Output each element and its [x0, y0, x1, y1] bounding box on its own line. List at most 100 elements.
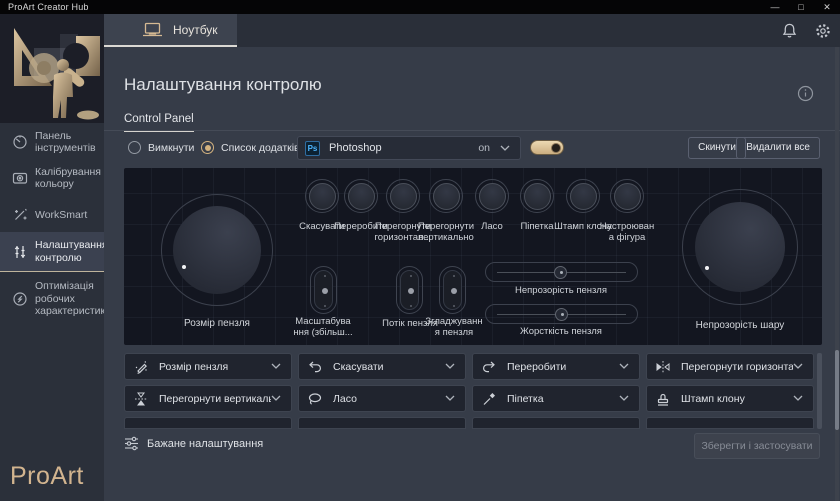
dropdown-brush-size[interactable]: Розмір пензля — [124, 353, 292, 380]
maximize-button[interactable]: □ — [788, 0, 814, 14]
dropdown-label: Скасувати — [333, 361, 445, 373]
worksmart-icon — [12, 207, 28, 223]
chevron-down-icon — [793, 363, 803, 370]
radio-circle — [128, 141, 141, 154]
dropdown-clone-stamp[interactable]: Штамп клону — [646, 385, 814, 412]
pill-label: Масштабува ння (збільш... — [291, 316, 355, 338]
sidebar-item-label: Оптимізація робочих характеристик — [35, 280, 105, 318]
dropdown-lasso[interactable]: Ласо — [298, 385, 466, 412]
laptop-icon — [142, 21, 163, 38]
device-tab-bar: Ноутбук — [104, 14, 840, 47]
save-apply-button[interactable]: Зберегти і застосувати — [694, 433, 820, 459]
layer-opacity-dial-label: Непрозорість шару — [680, 320, 800, 331]
minimize-button[interactable]: — — [762, 0, 788, 14]
radio-app-list-label: Список додатків — [221, 142, 300, 154]
photoshop-icon: Ps — [305, 141, 320, 156]
toggle-knob — [551, 143, 561, 153]
page-scrollbar[interactable] — [835, 350, 839, 430]
close-button[interactable]: ✕ — [814, 0, 840, 14]
sidebar-item-label: Калібрування кольору — [35, 166, 101, 191]
brand-artwork — [0, 14, 104, 123]
slider-label: Непрозорість пензля — [500, 285, 622, 296]
chevron-down-icon — [793, 395, 803, 402]
radio-app-list[interactable]: Список додатків — [201, 141, 300, 154]
dropdown-label: Розмір пензля — [159, 361, 271, 373]
sidebar-item-control-settings[interactable]: Налаштування контролю — [0, 232, 104, 272]
chevron-down-icon — [619, 395, 629, 402]
sidebar-item-color-calibration[interactable]: Калібрування кольору — [0, 160, 104, 196]
subtab-divider — [104, 130, 840, 131]
window-title: ProArt Creator Hub — [8, 2, 89, 12]
dropdown-eyedropper[interactable]: Піпетка — [472, 385, 640, 412]
redo-icon — [481, 359, 497, 375]
clone-stamp-icon — [655, 391, 671, 407]
app-toggle[interactable] — [530, 140, 564, 155]
tab-laptop-label: Ноутбук — [173, 23, 218, 37]
settings-button[interactable] — [806, 14, 840, 47]
chevron-down-icon — [271, 363, 281, 370]
info-icon — [797, 85, 814, 102]
chevron-down-icon — [271, 395, 281, 402]
tab-laptop[interactable]: Ноутбук — [104, 14, 237, 47]
button-undo — [305, 179, 339, 213]
button-clone-stamp — [566, 179, 600, 213]
sidebar-item-dashboard[interactable]: Панель інструментів — [0, 124, 104, 160]
radio-disable-label: Вимкнути — [148, 142, 194, 154]
brush-size-dial-face — [173, 206, 261, 294]
dropdown-flip-vertical[interactable]: Перегорнути вертикально — [124, 385, 292, 412]
notifications-button[interactable] — [772, 14, 806, 47]
dashboard-icon — [12, 134, 28, 150]
dropdown-label: Піпетка — [507, 393, 619, 405]
proart-logo: ProArt — [10, 462, 84, 491]
flip-vertical-icon — [133, 391, 149, 407]
dropdown-flip-horizontal[interactable]: Перегорнути горизонтально — [646, 353, 814, 380]
sidebar-item-performance-optimization[interactable]: Оптимізація робочих характеристик — [0, 274, 104, 324]
radio-disable[interactable]: Вимкнути — [128, 141, 194, 154]
pill-zoom — [310, 266, 337, 314]
dropdown-clipped[interactable] — [298, 417, 466, 429]
button-redo — [344, 179, 378, 213]
brush-icon — [133, 359, 149, 375]
button-flip-vertical — [429, 179, 463, 213]
button-label: Настроюван а фігура — [597, 221, 657, 243]
page-title: Налаштування контролю — [124, 75, 322, 95]
chevron-down-icon — [445, 395, 455, 402]
sidebar: Панель інструментів Калібрування кольору… — [0, 14, 104, 501]
sidebar-item-label: Панель інструментів — [35, 130, 96, 155]
button-flip-horizontal — [386, 179, 420, 213]
eyedropper-icon — [481, 391, 497, 407]
dropdown-redo[interactable]: Переробити — [472, 353, 640, 380]
preferences-icon — [124, 436, 139, 451]
pill-label: Згладжуванн я пензля — [422, 316, 486, 338]
dropdown-clipped[interactable] — [124, 417, 292, 429]
pill-brush-smoothing — [439, 266, 466, 314]
app-window: ProArt Creator Hub — □ ✕ — [0, 0, 840, 501]
color-calibration-icon — [12, 170, 28, 186]
gear-icon — [814, 22, 832, 40]
dropdown-undo[interactable]: Скасувати — [298, 353, 466, 380]
chevron-down-icon — [619, 363, 629, 370]
dropdown-clipped[interactable] — [646, 417, 814, 429]
slider-brush-hardness — [485, 304, 638, 324]
pill-brush-flow — [396, 266, 423, 314]
list-scrollbar[interactable] — [817, 353, 822, 429]
control-layout-panel: Розмір пензля Скасувати Переробити Перег… — [124, 168, 822, 345]
brush-size-dial-label: Розмір пензля — [157, 318, 277, 329]
app-select[interactable]: Ps Photoshop on — [297, 136, 521, 160]
sidebar-item-worksmart[interactable]: WorkSmart — [0, 202, 104, 228]
button-custom-shape — [610, 179, 644, 213]
performance-icon — [12, 291, 28, 307]
info-button[interactable] — [797, 85, 814, 102]
preferred-settings-label: Бажане налаштування — [147, 438, 263, 450]
lasso-icon — [307, 391, 323, 407]
sidebar-item-label: Налаштування контролю — [35, 239, 108, 264]
main-content: Налаштування контролю Control Panel Вимк… — [104, 47, 840, 501]
delete-all-button[interactable]: Видалити все — [736, 137, 820, 159]
dropdown-label: Переробити — [507, 361, 619, 373]
chevron-down-icon — [445, 363, 455, 370]
preferred-settings-link[interactable]: Бажане налаштування — [124, 436, 263, 451]
dropdown-clipped[interactable] — [472, 417, 640, 429]
window-titlebar: ProArt Creator Hub — □ ✕ — [0, 0, 840, 14]
slider-brush-opacity — [485, 262, 638, 282]
app-name: Photoshop — [329, 142, 478, 154]
